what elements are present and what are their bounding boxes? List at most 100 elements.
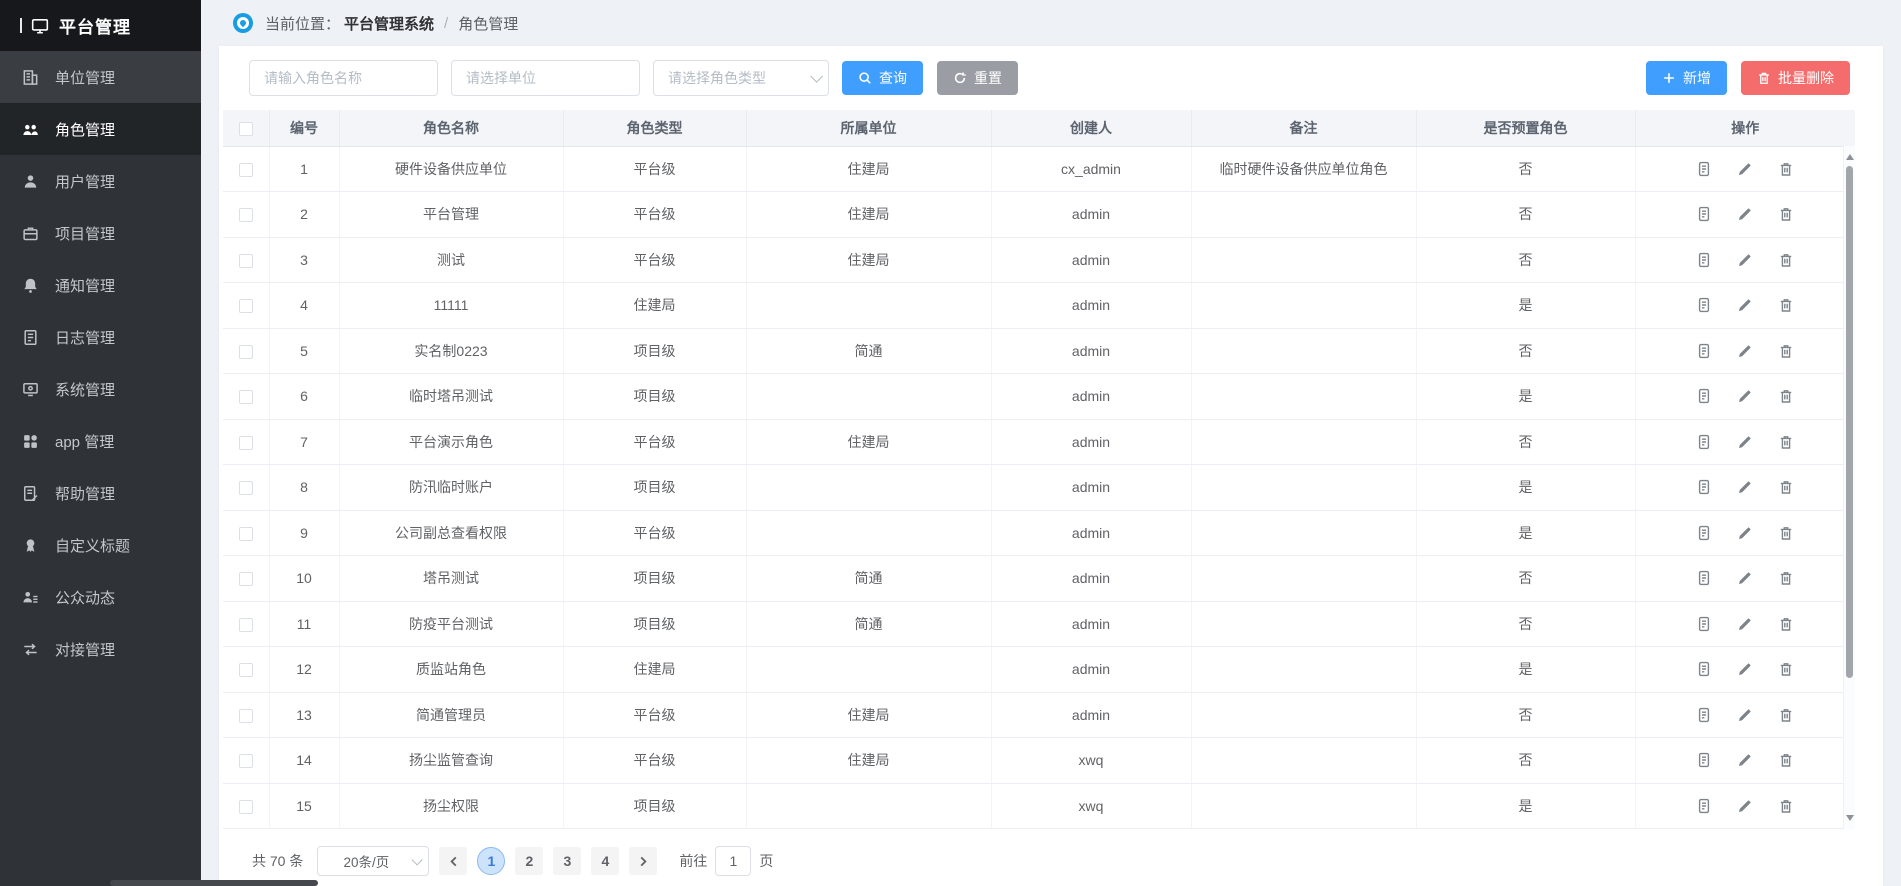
delete-icon[interactable]	[1778, 525, 1794, 541]
row-checkbox[interactable]	[239, 208, 253, 222]
cell-preset: 否	[1416, 328, 1635, 374]
row-checkbox[interactable]	[239, 754, 253, 768]
detail-icon[interactable]	[1696, 616, 1712, 632]
edit-icon[interactable]	[1737, 206, 1753, 222]
delete-icon[interactable]	[1778, 343, 1794, 359]
row-checkbox[interactable]	[239, 618, 253, 632]
row-checkbox[interactable]	[239, 481, 253, 495]
row-checkbox[interactable]	[239, 390, 253, 404]
row-checkbox[interactable]	[239, 345, 253, 359]
sidebar-item-日志管理[interactable]: 日志管理	[0, 311, 201, 363]
cell-no: 9	[269, 510, 339, 556]
cell-preset: 否	[1416, 601, 1635, 647]
sidebar-item-帮助管理[interactable]: 帮助管理	[0, 467, 201, 519]
role-type-select[interactable]	[653, 60, 829, 96]
select-all-checkbox[interactable]	[239, 122, 253, 136]
page-button-3[interactable]: 3	[553, 847, 581, 875]
role-name-input[interactable]	[249, 60, 438, 96]
sidebar-item-用户管理[interactable]: 用户管理	[0, 155, 201, 207]
sidebar-item-角色管理[interactable]: 角色管理	[0, 103, 201, 155]
delete-icon[interactable]	[1778, 798, 1794, 814]
sidebar-item-单位管理[interactable]: 单位管理	[0, 51, 201, 103]
unit-select-input[interactable]	[451, 60, 640, 96]
delete-icon[interactable]	[1778, 752, 1794, 768]
row-checkbox[interactable]	[239, 800, 253, 814]
row-checkbox[interactable]	[239, 572, 253, 586]
edit-icon[interactable]	[1737, 616, 1753, 632]
delete-icon[interactable]	[1778, 434, 1794, 450]
delete-icon[interactable]	[1778, 479, 1794, 495]
sidebar-item-通知管理[interactable]: 通知管理	[0, 259, 201, 311]
delete-icon[interactable]	[1778, 252, 1794, 268]
sidebar-item-app 管理[interactable]: app 管理	[0, 415, 201, 467]
horizontal-scrollbar-thumb[interactable]	[110, 880, 318, 886]
detail-icon[interactable]	[1696, 434, 1712, 450]
sidebar-item-系统管理[interactable]: 系统管理	[0, 363, 201, 415]
page-button-2[interactable]: 2	[515, 847, 543, 875]
add-button[interactable]: 新增	[1646, 61, 1727, 95]
edit-icon[interactable]	[1737, 297, 1753, 313]
goto-page-input[interactable]	[715, 846, 751, 876]
edit-icon[interactable]	[1737, 661, 1753, 677]
sidebar-item-公众动态[interactable]: 公众动态	[0, 571, 201, 623]
detail-icon[interactable]	[1696, 252, 1712, 268]
row-select-cell	[223, 465, 269, 511]
breadcrumb-root-link[interactable]: 平台管理系统	[344, 13, 434, 34]
sidebar-item-自定义标题[interactable]: 自定义标题	[0, 519, 201, 571]
edit-icon[interactable]	[1737, 707, 1753, 723]
detail-icon[interactable]	[1696, 525, 1712, 541]
row-checkbox[interactable]	[239, 254, 253, 268]
detail-icon[interactable]	[1696, 752, 1712, 768]
detail-icon[interactable]	[1696, 479, 1712, 495]
delete-icon[interactable]	[1778, 297, 1794, 313]
detail-icon[interactable]	[1696, 388, 1712, 404]
cell-creator: xwq	[991, 738, 1191, 784]
detail-icon[interactable]	[1696, 707, 1712, 723]
detail-icon[interactable]	[1696, 343, 1712, 359]
row-checkbox[interactable]	[239, 663, 253, 677]
delete-icon[interactable]	[1778, 570, 1794, 586]
delete-icon[interactable]	[1778, 388, 1794, 404]
delete-icon[interactable]	[1778, 661, 1794, 677]
edit-icon[interactable]	[1737, 161, 1753, 177]
next-page-button[interactable]	[629, 847, 657, 875]
sidebar-item-对接管理[interactable]: 对接管理	[0, 623, 201, 675]
page-button-1[interactable]: 1	[477, 847, 505, 875]
detail-icon[interactable]	[1696, 661, 1712, 677]
edit-icon[interactable]	[1737, 388, 1753, 404]
scrollbar-thumb[interactable]	[1846, 166, 1853, 678]
batch-delete-button[interactable]: 批量删除	[1741, 61, 1850, 95]
row-checkbox[interactable]	[239, 299, 253, 313]
sidebar: 平台管理 单位管理角色管理用户管理项目管理通知管理日志管理系统管理app 管理帮…	[0, 0, 201, 886]
sidebar-item-项目管理[interactable]: 项目管理	[0, 207, 201, 259]
scroll-down-arrow-icon[interactable]	[1846, 815, 1854, 821]
detail-icon[interactable]	[1696, 798, 1712, 814]
edit-icon[interactable]	[1737, 343, 1753, 359]
delete-icon[interactable]	[1778, 161, 1794, 177]
scroll-up-arrow-icon[interactable]	[1846, 154, 1854, 160]
row-checkbox[interactable]	[239, 709, 253, 723]
detail-icon[interactable]	[1696, 570, 1712, 586]
edit-icon[interactable]	[1737, 479, 1753, 495]
detail-icon[interactable]	[1696, 297, 1712, 313]
page-size-select[interactable]: 20条/页	[317, 846, 429, 876]
page-button-4[interactable]: 4	[591, 847, 619, 875]
edit-icon[interactable]	[1737, 252, 1753, 268]
search-button[interactable]: 查询	[842, 61, 923, 95]
delete-icon[interactable]	[1778, 206, 1794, 222]
edit-icon[interactable]	[1737, 570, 1753, 586]
reset-button[interactable]: 重置	[937, 61, 1018, 95]
detail-icon[interactable]	[1696, 206, 1712, 222]
row-checkbox[interactable]	[239, 436, 253, 450]
row-checkbox[interactable]	[239, 527, 253, 541]
delete-icon[interactable]	[1778, 616, 1794, 632]
edit-icon[interactable]	[1737, 798, 1753, 814]
row-checkbox[interactable]	[239, 163, 253, 177]
delete-icon[interactable]	[1778, 707, 1794, 723]
detail-icon[interactable]	[1696, 161, 1712, 177]
role-type-select-input[interactable]	[653, 60, 829, 96]
edit-icon[interactable]	[1737, 752, 1753, 768]
edit-icon[interactable]	[1737, 525, 1753, 541]
prev-page-button[interactable]	[439, 847, 467, 875]
edit-icon[interactable]	[1737, 434, 1753, 450]
